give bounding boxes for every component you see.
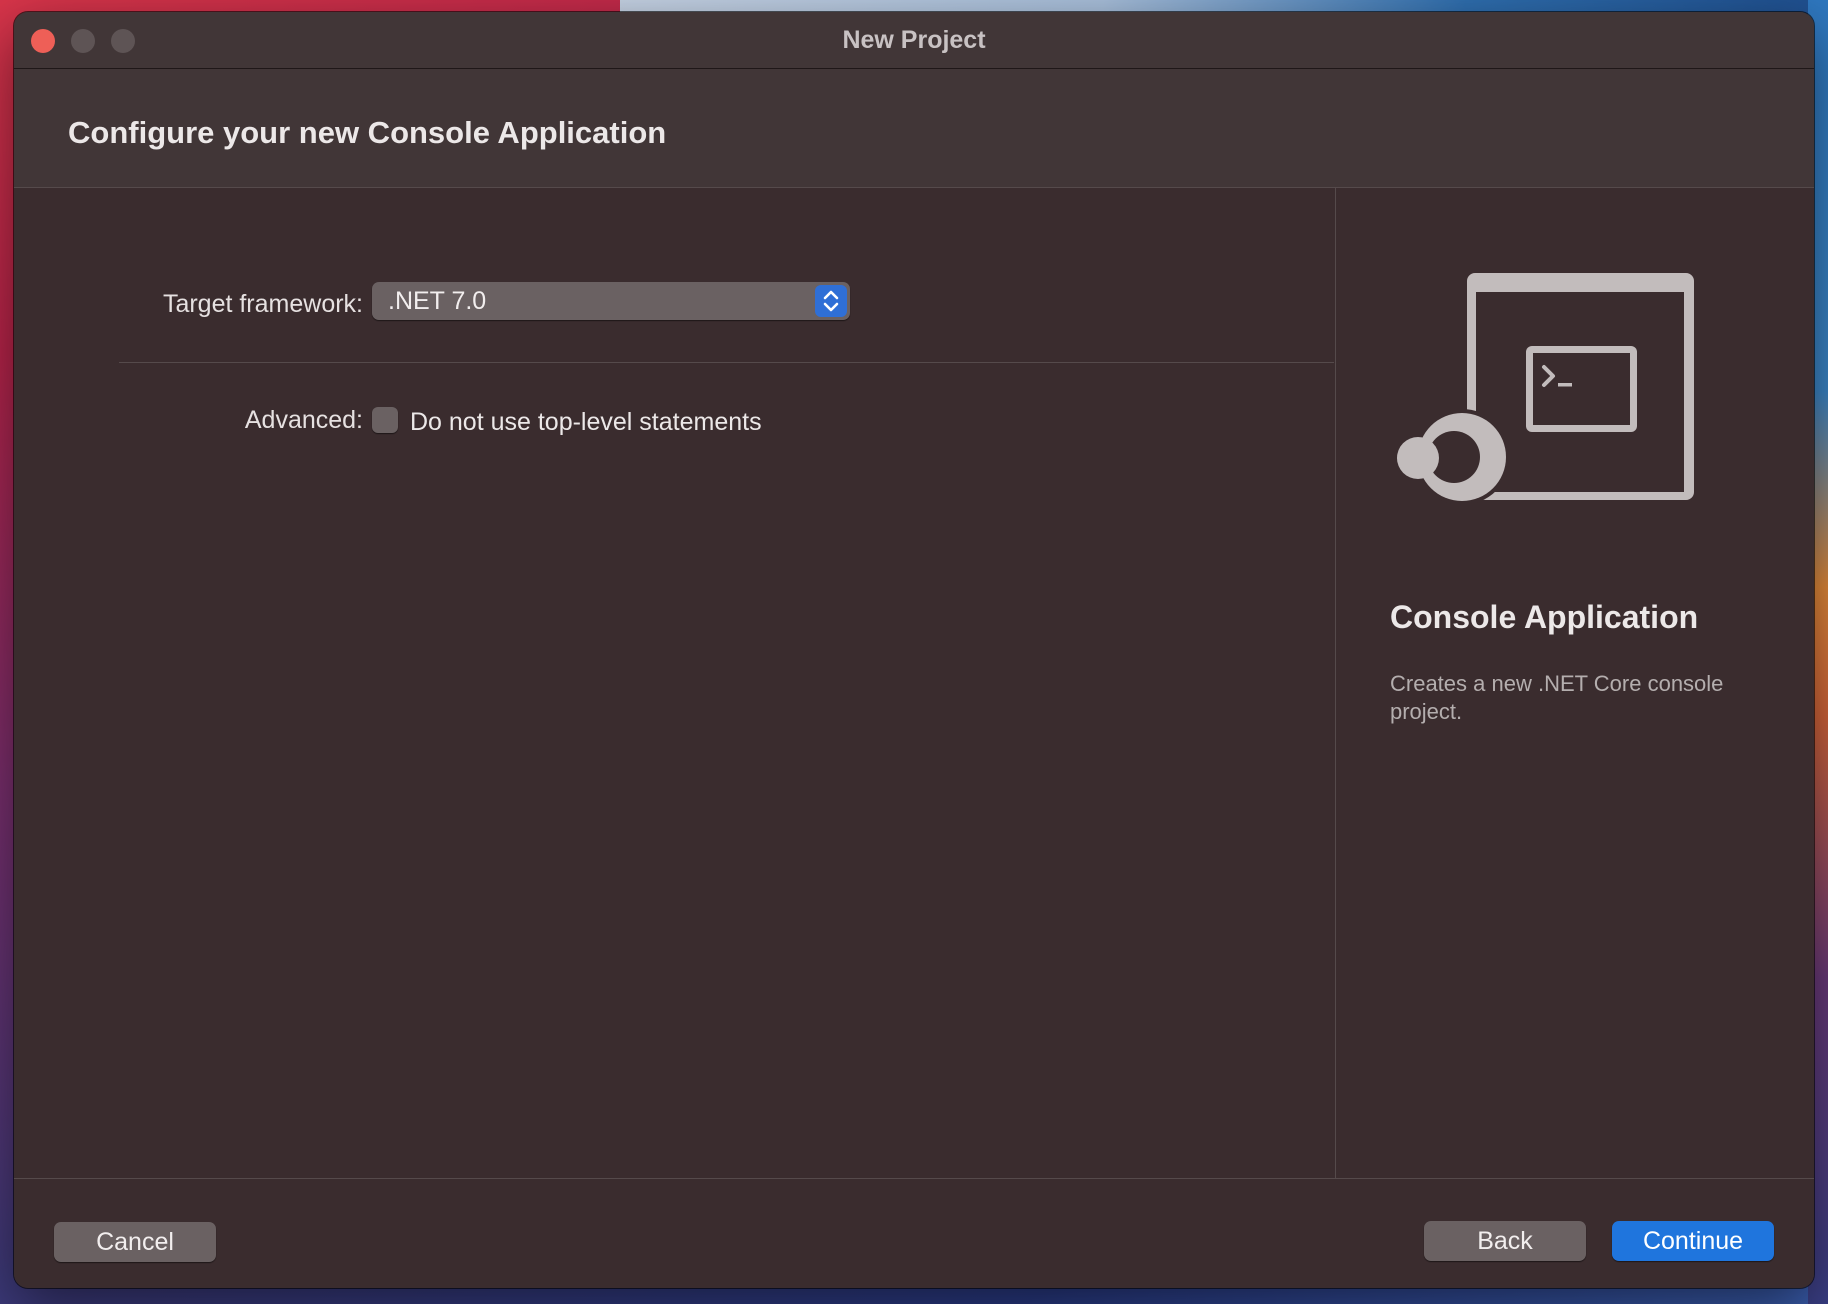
configuration-form: Target framework: .NET 7.0 Advanced: Do … <box>14 188 1334 1178</box>
cancel-button[interactable]: Cancel <box>54 1222 216 1262</box>
new-project-dialog: New Project Configure your new Console A… <box>14 12 1814 1288</box>
template-info-panel: Console Application Creates a new .NET C… <box>1335 188 1814 1178</box>
title-bar: New Project <box>14 12 1814 69</box>
page-header: Configure your new Console Application <box>14 69 1814 188</box>
page-title: Configure your new Console Application <box>68 115 667 150</box>
window-title: New Project <box>842 26 986 54</box>
top-level-statements-label[interactable]: Do not use top-level statements <box>410 408 762 437</box>
advanced-label: Advanced: <box>244 406 363 434</box>
form-divider <box>119 362 1334 363</box>
target-framework-value: .NET 7.0 <box>388 287 487 315</box>
dialog-footer: Cancel Back Continue <box>14 1178 1814 1288</box>
target-framework-label: Target framework: <box>162 290 363 318</box>
back-button[interactable]: Back <box>1424 1221 1586 1261</box>
top-level-statements-checkbox[interactable] <box>372 407 398 433</box>
chevron-up-down-icon <box>815 285 847 317</box>
template-description: Creates a new .NET Core console project. <box>1390 671 1724 724</box>
console-application-icon <box>1386 268 1726 528</box>
target-framework-select[interactable]: .NET 7.0 <box>372 282 850 320</box>
continue-button[interactable]: Continue <box>1612 1221 1774 1261</box>
template-title: Console Application <box>1390 599 1699 635</box>
